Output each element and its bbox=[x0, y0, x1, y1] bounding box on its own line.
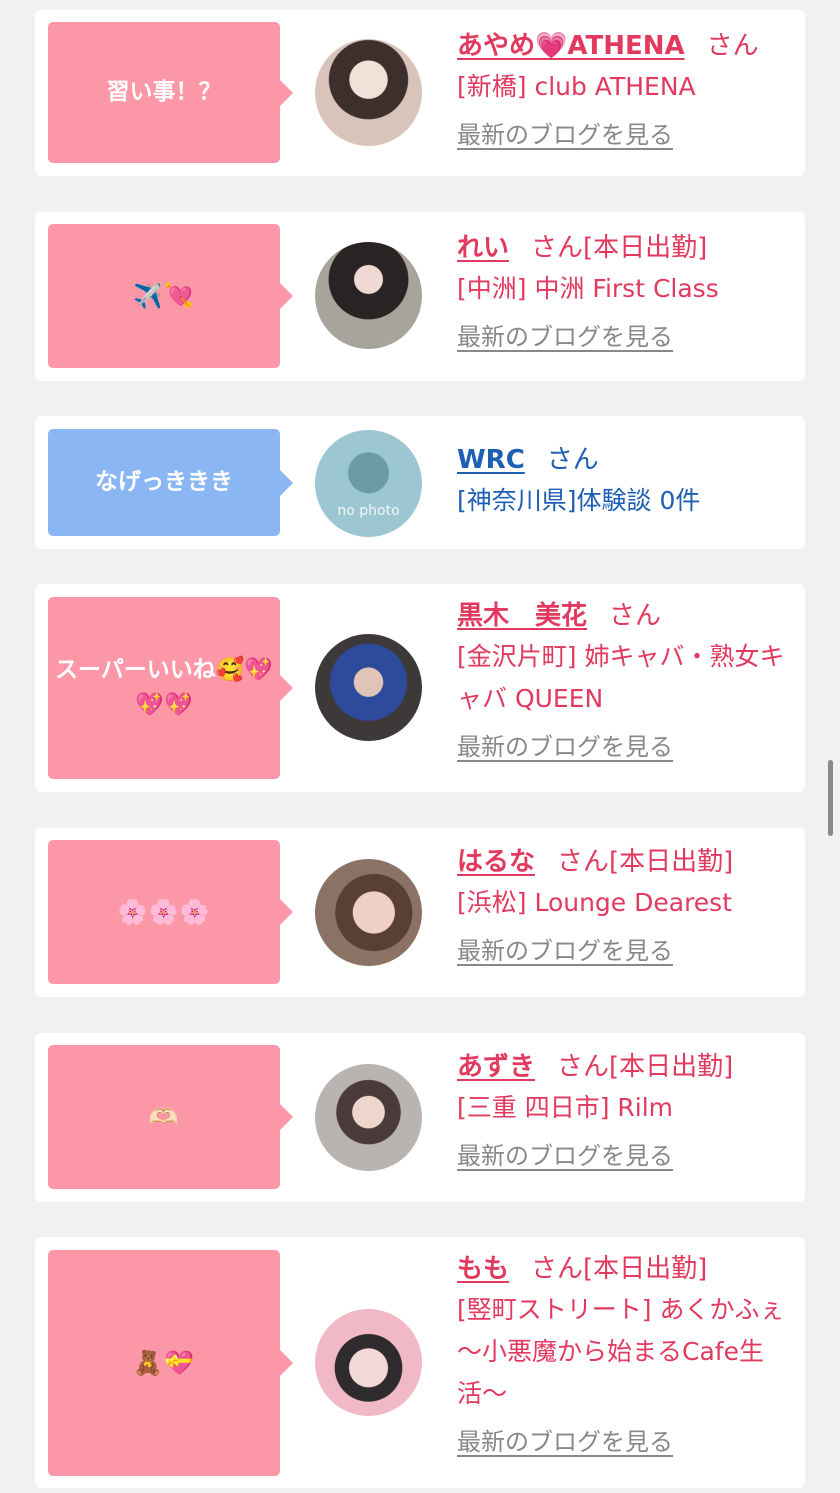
user-name-link[interactable]: はるな bbox=[457, 847, 535, 877]
message-text: 🫶🏻 bbox=[148, 1102, 180, 1131]
user-name-link[interactable]: あずき bbox=[457, 1052, 535, 1082]
avatar[interactable] bbox=[315, 39, 422, 146]
shop-info: [竪町ストリート] あくかふぇ 〜小悪魔から始まるCafe生活〜 bbox=[457, 1295, 785, 1408]
honorific: さん bbox=[557, 1052, 610, 1082]
message-bubble: ✈️💘 bbox=[48, 224, 293, 368]
user-name-link[interactable]: WRC bbox=[457, 445, 525, 475]
blog-link[interactable]: 最新のブログを見る bbox=[457, 318, 673, 356]
work-status: [本日出勤] bbox=[583, 1254, 708, 1284]
no-photo-label: no photo bbox=[337, 503, 400, 519]
shop-info: [金沢片町] 姉キャバ・熟女キャバ QUEEN bbox=[457, 642, 785, 713]
avatar[interactable] bbox=[315, 859, 422, 966]
blog-link[interactable]: 最新のブログを見る bbox=[457, 1423, 673, 1461]
avatar[interactable] bbox=[315, 634, 422, 741]
blog-link[interactable]: 最新のブログを見る bbox=[457, 728, 673, 766]
list-item: なげっききき no photo WRC さん [神奈川県]体験談 0件 bbox=[35, 416, 805, 549]
work-status: [本日出勤] bbox=[583, 233, 708, 263]
list-item: ✈️💘 れい さん[本日出勤] [中洲] 中洲 First Class 最新のブロ… bbox=[35, 212, 805, 381]
list-item: 🌸🌸🌸 はるな さん[本日出勤] [浜松] Lounge Dearest 最新のブ… bbox=[35, 828, 805, 997]
honorific: さん bbox=[531, 1254, 584, 1284]
work-status: [本日出勤] bbox=[609, 1052, 734, 1082]
avatar[interactable] bbox=[315, 1064, 422, 1171]
honorific: さん bbox=[546, 445, 599, 475]
scrollbar[interactable] bbox=[828, 760, 833, 836]
list-item: 🧸💝 もも さん[本日出勤] [竪町ストリート] あくかふぇ 〜小悪魔から始まるC… bbox=[35, 1237, 805, 1488]
honorific: さん bbox=[609, 601, 662, 631]
message-bubble: 習い事！？ bbox=[48, 22, 293, 163]
honorific: さん bbox=[706, 31, 759, 61]
message-text: 習い事！？ bbox=[106, 79, 222, 105]
user-name-link[interactable]: れい bbox=[457, 233, 509, 263]
message-text: 🌸🌸🌸 bbox=[117, 897, 211, 926]
honorific: さん bbox=[557, 847, 610, 877]
message-text: スーパーいいね🥰💖💖💖 bbox=[54, 657, 274, 718]
avatar[interactable] bbox=[315, 1309, 422, 1416]
message-bubble: なげっききき bbox=[48, 429, 293, 536]
message-bubble: 🧸💝 bbox=[48, 1250, 293, 1476]
message-list: 習い事！？ あやめ💗ATHENA さん [新橋] club ATHENA 最新のブ… bbox=[0, 0, 840, 1493]
user-name-link[interactable]: もも bbox=[457, 1254, 509, 1284]
message-bubble: スーパーいいね🥰💖💖💖 bbox=[48, 597, 293, 779]
list-item: 習い事！？ あやめ💗ATHENA さん [新橋] club ATHENA 最新のブ… bbox=[35, 10, 805, 176]
avatar[interactable]: no photo bbox=[315, 430, 422, 537]
blog-link[interactable]: 最新のブログを見る bbox=[457, 1137, 673, 1175]
shop-info: [三重 四日市] Rilm bbox=[457, 1093, 674, 1122]
message-bubble: 🌸🌸🌸 bbox=[48, 840, 293, 984]
blog-link[interactable]: 最新のブログを見る bbox=[457, 932, 673, 970]
honorific: さん bbox=[531, 233, 584, 263]
user-name-link[interactable]: あやめ💗ATHENA bbox=[457, 31, 685, 61]
avatar[interactable] bbox=[315, 242, 422, 349]
message-text: ✈️💘 bbox=[133, 281, 195, 310]
message-text: なげっききき bbox=[95, 469, 233, 495]
message-bubble: 🫶🏻 bbox=[48, 1045, 293, 1189]
review-info: [神奈川県]体験談 0件 bbox=[457, 486, 701, 515]
shop-info: [新橋] club ATHENA bbox=[457, 72, 696, 101]
blog-link[interactable]: 最新のブログを見る bbox=[457, 116, 673, 154]
list-item: 🫶🏻 あずき さん[本日出勤] [三重 四日市] Rilm 最新のブログを見る bbox=[35, 1033, 805, 1202]
shop-info: [浜松] Lounge Dearest bbox=[457, 888, 733, 917]
work-status: [本日出勤] bbox=[609, 847, 734, 877]
shop-info: [中洲] 中洲 First Class bbox=[457, 274, 719, 303]
message-text: 🧸💝 bbox=[133, 1348, 195, 1377]
list-item: スーパーいいね🥰💖💖💖 黒木 美花 さん [金沢片町] 姉キャバ・熟女キャバ QU… bbox=[35, 584, 805, 792]
user-name-link[interactable]: 黒木 美花 bbox=[457, 601, 587, 631]
